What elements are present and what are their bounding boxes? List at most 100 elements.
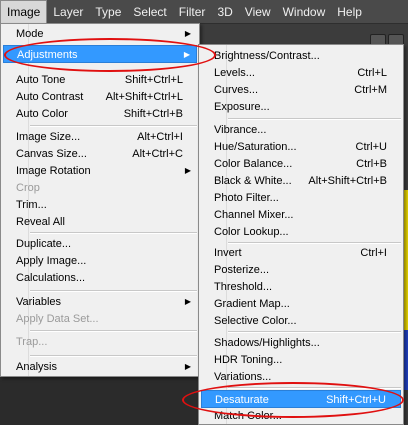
menu-separator xyxy=(228,242,401,244)
adjustments-item-color-balance[interactable]: Color Balance... Ctrl+B xyxy=(201,155,401,173)
image-menu-item-analysis[interactable]: Analysis ▶ xyxy=(3,358,197,376)
menu-bar: Image Layer Type Select Filter 3D View W… xyxy=(0,0,408,24)
image-menu-item-canvas-size[interactable]: Canvas Size... Alt+Ctrl+C xyxy=(3,145,197,163)
menu-item-shortcut: Alt+Ctrl+C xyxy=(132,148,183,160)
menu-item-label: Vibrance... xyxy=(214,124,267,136)
menu-item-label: Posterize... xyxy=(214,264,270,276)
menu-item-label: Apply Image... xyxy=(16,255,87,267)
adjustments-item-brightness-contrast[interactable]: Brightness/Contrast... xyxy=(201,47,401,65)
menu-item-shortcut: Alt+Ctrl+I xyxy=(137,131,183,143)
adjustments-item-black-white[interactable]: Black & White... Alt+Shift+Ctrl+B xyxy=(201,172,401,190)
image-menu-item-mode[interactable]: Mode ▶ xyxy=(3,25,197,43)
menu-separator xyxy=(30,330,197,332)
menu-item-label: HDR Toning... xyxy=(214,354,283,366)
adjustments-item-levels[interactable]: Levels... Ctrl+L xyxy=(201,64,401,82)
menu-item-shortcut: Alt+Shift+Ctrl+B xyxy=(308,175,387,187)
image-menu-item-image-rotation[interactable]: Image Rotation ▶ xyxy=(3,162,197,180)
menu-separator xyxy=(228,387,401,389)
menu-item-label: Canvas Size... xyxy=(16,148,87,160)
menu-item-shortcut: Alt+Shift+Ctrl+L xyxy=(105,91,183,103)
menu-item-label: Brightness/Contrast... xyxy=(214,50,320,62)
adjustments-item-exposure[interactable]: Exposure... xyxy=(201,98,401,116)
image-menu-item-auto-color[interactable]: Auto Color Shift+Ctrl+B xyxy=(3,105,197,123)
menu-item-shortcut: Ctrl+M xyxy=(354,84,387,96)
image-menu-item-auto-tone[interactable]: Auto Tone Shift+Ctrl+L xyxy=(3,71,197,89)
menu-image[interactable]: Image xyxy=(0,0,48,24)
adjustments-item-match-color[interactable]: Match Color... xyxy=(201,407,401,425)
image-menu-item-apply-image[interactable]: Apply Image... xyxy=(3,252,197,270)
adjustments-item-vibrance[interactable]: Vibrance... xyxy=(201,121,401,139)
menu-item-shortcut: Ctrl+B xyxy=(356,158,387,170)
menu-layer[interactable]: Layer xyxy=(47,0,89,24)
submenu-arrow-icon: ▶ xyxy=(184,297,191,306)
image-menu-item-calculations[interactable]: Calculations... xyxy=(3,269,197,287)
menu-separator xyxy=(228,331,401,333)
adjustments-item-channel-mixer[interactable]: Channel Mixer... xyxy=(201,206,401,224)
menu-item-label: Trap... xyxy=(16,336,48,348)
menu-item-shortcut: Ctrl+L xyxy=(357,67,387,79)
menu-item-label: Hue/Saturation... xyxy=(214,141,297,153)
image-menu: Mode ▶ Adjustments ▶ Auto Tone Shift+Ctrl+L Au… xyxy=(0,23,200,377)
menu-item-label: Auto Contrast xyxy=(16,91,84,103)
menu-item-label: Match Color... xyxy=(214,410,282,422)
image-menu-item-auto-contrast[interactable]: Auto Contrast Alt+Shift+Ctrl+L xyxy=(3,88,197,106)
image-menu-item-crop: Crop xyxy=(3,179,197,197)
menu-item-shortcut: Ctrl+I xyxy=(360,247,387,259)
image-menu-item-adjustments[interactable]: Adjustments ▶ xyxy=(3,45,197,63)
menu-item-label: Crop xyxy=(16,182,40,194)
adjustments-item-curves[interactable]: Curves... Ctrl+M xyxy=(201,81,401,99)
adjustments-item-photo-filter[interactable]: Photo Filter... xyxy=(201,189,401,207)
menu-item-label: Calculations... xyxy=(16,272,86,284)
menu-3d[interactable]: 3D xyxy=(211,0,238,24)
menu-item-shortcut: Shift+Ctrl+L xyxy=(124,74,183,86)
menu-item-label: Image Size... xyxy=(16,131,81,143)
menu-item-label: Color Lookup... xyxy=(214,226,289,238)
image-menu-item-apply-data-set: Apply Data Set... xyxy=(3,310,197,328)
adjustments-item-hdr-toning[interactable]: HDR Toning... xyxy=(201,351,401,369)
adjustments-item-variations[interactable]: Variations... xyxy=(201,368,401,386)
menu-item-label: Trim... xyxy=(16,199,47,211)
adjustments-item-selective-color[interactable]: Selective Color... xyxy=(201,312,401,330)
menu-item-label: Mode xyxy=(16,28,44,40)
image-menu-item-trim[interactable]: Trim... xyxy=(3,196,197,214)
menu-item-label: Black & White... xyxy=(214,175,292,187)
menu-item-label: Reveal All xyxy=(16,216,65,228)
menu-item-label: Gradient Map... xyxy=(214,298,290,310)
adjustments-item-shadows-highlights[interactable]: Shadows/Highlights... xyxy=(201,334,401,352)
menu-item-label: Channel Mixer... xyxy=(214,209,294,221)
menu-select[interactable]: Select xyxy=(127,0,172,24)
menu-item-label: Auto Tone xyxy=(16,74,66,86)
menu-help[interactable]: Help xyxy=(331,0,368,24)
menu-item-label: Auto Color xyxy=(16,108,68,120)
submenu-arrow-icon: ▶ xyxy=(183,50,190,59)
menu-separator xyxy=(228,118,401,120)
menu-separator xyxy=(30,232,197,234)
menu-item-shortcut: Ctrl+U xyxy=(355,141,387,153)
adjustments-item-color-lookup[interactable]: Color Lookup... xyxy=(201,223,401,241)
menu-item-label: Photo Filter... xyxy=(214,192,279,204)
adjustments-item-desaturate[interactable]: Desaturate Shift+Ctrl+U xyxy=(201,390,401,408)
adjustments-item-hue-saturation[interactable]: Hue/Saturation... Ctrl+U xyxy=(201,138,401,156)
submenu-arrow-icon: ▶ xyxy=(184,166,191,175)
menu-window[interactable]: Window xyxy=(277,0,332,24)
adjustments-item-threshold[interactable]: Threshold... xyxy=(201,278,401,296)
image-menu-item-reveal-all[interactable]: Reveal All xyxy=(3,213,197,231)
image-menu-item-variables[interactable]: Variables ▶ xyxy=(3,293,197,311)
image-menu-item-image-size[interactable]: Image Size... Alt+Ctrl+I xyxy=(3,128,197,146)
menu-item-label: Curves... xyxy=(214,84,259,96)
menu-item-label: Duplicate... xyxy=(16,238,72,250)
menu-separator xyxy=(30,355,197,357)
adjustments-item-gradient-map[interactable]: Gradient Map... xyxy=(201,295,401,313)
menu-separator xyxy=(30,290,197,292)
image-menu-item-duplicate[interactable]: Duplicate... xyxy=(3,235,197,253)
menu-view[interactable]: View xyxy=(239,0,277,24)
menu-type[interactable]: Type xyxy=(89,0,127,24)
menu-item-shortcut: Shift+Ctrl+B xyxy=(123,108,183,120)
menu-item-label: Levels... xyxy=(214,67,255,79)
menu-separator xyxy=(30,125,197,127)
menu-item-label: Adjustments xyxy=(17,49,78,61)
adjustments-item-invert[interactable]: Invert Ctrl+I xyxy=(201,244,401,262)
submenu-arrow-icon: ▶ xyxy=(184,362,191,371)
adjustments-item-posterize[interactable]: Posterize... xyxy=(201,261,401,279)
menu-filter[interactable]: Filter xyxy=(173,0,212,24)
